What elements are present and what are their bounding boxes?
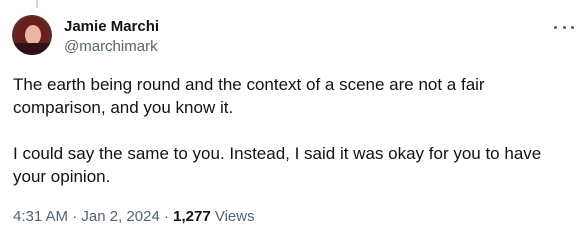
tweet-time[interactable]: 4:31 AM bbox=[13, 208, 68, 225]
meta-separator: · bbox=[159, 208, 174, 225]
tweet-date[interactable]: Jan 2, 2024 bbox=[81, 208, 159, 225]
thread-connector-line bbox=[36, 0, 38, 8]
tweet-paragraph: I could say the same to you. Instead, I … bbox=[13, 144, 542, 186]
tweet-paragraph: The earth being round and the context of… bbox=[13, 75, 485, 117]
author-handle[interactable]: @marchimark bbox=[64, 37, 159, 57]
avatar[interactable] bbox=[12, 15, 52, 55]
views-label: Views bbox=[210, 208, 255, 225]
tweet: Jamie Marchi @marchimark The earth being… bbox=[0, 0, 588, 240]
meta-separator: · bbox=[68, 208, 82, 225]
tweet-text: The earth being round and the context of… bbox=[13, 73, 573, 188]
views-count[interactable]: 1,277 bbox=[173, 208, 211, 225]
more-options-icon[interactable] bbox=[554, 20, 574, 34]
tweet-meta: 4:31 AM · Jan 2, 2024 · 1,277 Views bbox=[13, 207, 255, 227]
author-block: Jamie Marchi @marchimark bbox=[64, 17, 159, 57]
author-name[interactable]: Jamie Marchi bbox=[64, 17, 159, 37]
